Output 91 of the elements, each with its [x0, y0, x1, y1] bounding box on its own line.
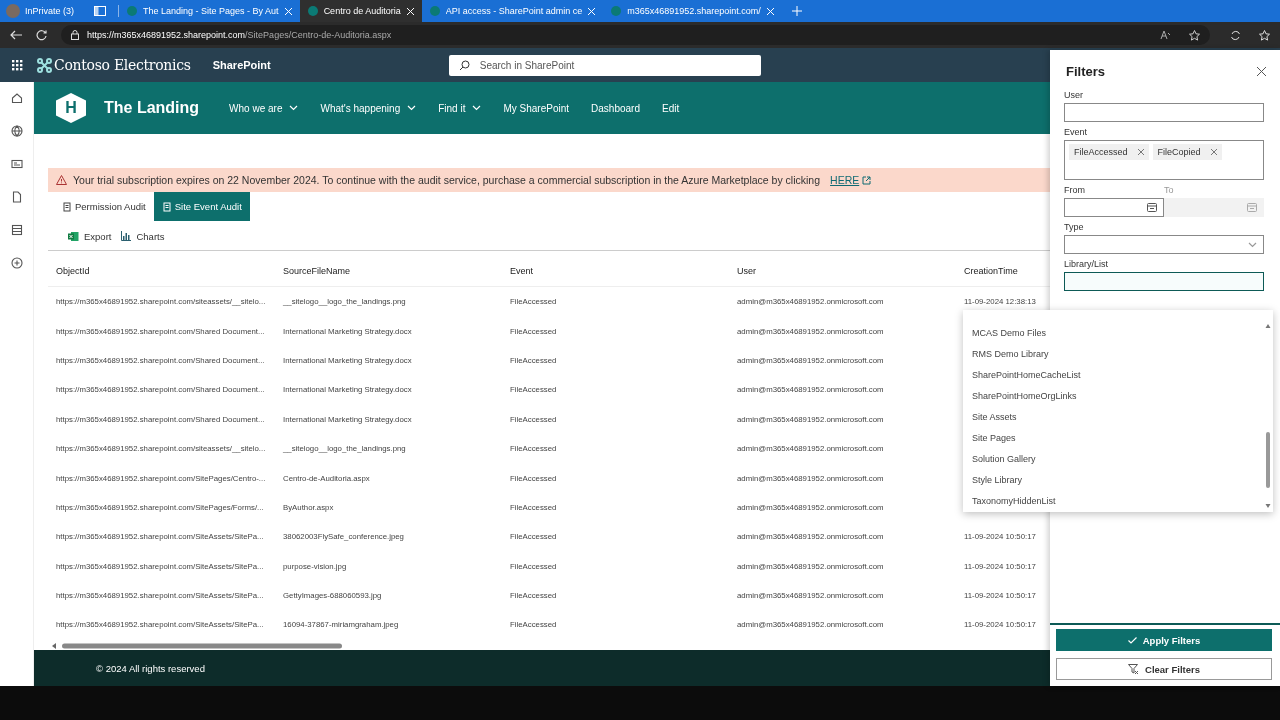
- date-field[interactable]: [1064, 198, 1164, 217]
- export-button[interactable]: Export: [68, 230, 112, 242]
- field-label: Type: [1064, 222, 1085, 232]
- search-field[interactable]: Search in SharePoint: [448, 54, 761, 76]
- nav-link[interactable]: Edit: [661, 102, 680, 114]
- column-header[interactable]: User: [737, 266, 964, 276]
- back-icon[interactable]: [10, 30, 22, 40]
- tab-actions-icon[interactable]: [94, 6, 107, 16]
- org-name: Contoso Electronics: [54, 57, 191, 73]
- dropdown-option[interactable]: RMS Demo Library: [972, 343, 1049, 365]
- dropdown-option[interactable]: Style Library: [972, 469, 1023, 491]
- field-label: To: [1164, 185, 1175, 195]
- audit-tab[interactable]: Site Event Audit: [153, 192, 250, 221]
- document-icon: [161, 201, 172, 212]
- search-icon: [458, 59, 470, 71]
- home-icon[interactable]: [10, 92, 23, 104]
- list-icon[interactable]: [10, 224, 23, 236]
- check-icon: [1127, 636, 1137, 644]
- chevron-down-icon: [1248, 241, 1257, 248]
- avatar-icon: [6, 4, 20, 18]
- read-aloud-icon[interactable]: [1160, 29, 1171, 40]
- lock-icon: [71, 30, 79, 40]
- field-label: User: [1064, 90, 1084, 100]
- logo-icon: [37, 57, 52, 73]
- chart-icon: [121, 231, 132, 241]
- app-name[interactable]: SharePoint: [212, 59, 271, 71]
- banner-text: Your trial subscription expires on 22 November 2024. To continue with the audit service, purchase a commercial subscription in the Azure Marketplace by clicking: [73, 174, 821, 186]
- dropdown-option[interactable]: Site Pages: [972, 427, 1016, 449]
- browser-tab[interactable]: Centro de Auditoria: [299, 0, 422, 22]
- dropdown-option[interactable]: Site Assets: [972, 406, 1017, 428]
- add-icon[interactable]: [10, 257, 23, 269]
- calendar-icon: [1247, 203, 1257, 212]
- field-label: Event: [1064, 127, 1088, 137]
- remove-icon[interactable]: [1210, 149, 1217, 155]
- column-header[interactable]: CreationTime: [964, 266, 1054, 276]
- refresh-icon[interactable]: [36, 29, 47, 41]
- profile-button[interactable]: InPrivate (3): [0, 0, 83, 22]
- column-header[interactable]: Event: [510, 266, 737, 276]
- nav-link[interactable]: Find it: [438, 102, 482, 114]
- text-field[interactable]: [1064, 272, 1264, 291]
- filter-clear-icon: [1128, 664, 1140, 674]
- copyright-text: © 2024 All rights reserved: [96, 662, 205, 674]
- column-header[interactable]: SourceFileName: [283, 266, 510, 276]
- dropdown-option[interactable]: SharePointHomeOrgLinks: [972, 385, 1077, 407]
- close-icon[interactable]: [1257, 67, 1266, 76]
- favorite-icon[interactable]: [1189, 29, 1200, 41]
- new-tab-icon[interactable]: [791, 6, 802, 16]
- panel-title: Filters: [1066, 64, 1105, 79]
- document-icon: [62, 201, 72, 212]
- tag-field[interactable]: FileAccessed FileCopied: [1064, 140, 1264, 180]
- text-field[interactable]: [1064, 103, 1264, 122]
- clear-button[interactable]: Clear Filters: [1056, 658, 1272, 680]
- column-header[interactable]: ObjectId: [56, 266, 283, 276]
- field-label: Library/List: [1064, 259, 1109, 269]
- browser-tab[interactable]: API access - SharePoint admin ce: [421, 0, 604, 22]
- nav-link[interactable]: Who we are: [229, 102, 299, 114]
- remove-icon[interactable]: [1137, 149, 1144, 155]
- site-icon: [127, 6, 138, 16]
- nav-link[interactable]: Dashboard: [591, 102, 640, 114]
- tag-chip[interactable]: FileAccessed: [1069, 144, 1149, 160]
- site-icon: [307, 6, 318, 16]
- calendar-icon[interactable]: [1147, 203, 1157, 212]
- site-icon: [429, 6, 440, 16]
- external-link-icon: [862, 175, 872, 185]
- news-icon[interactable]: [10, 158, 23, 170]
- dropdown-option[interactable]: Solution Gallery: [972, 448, 1036, 470]
- dropdown-option[interactable]: TaxonomyHiddenList: [972, 490, 1056, 512]
- dropdown-option[interactable]: MCAS Demo Files: [972, 322, 1046, 344]
- browser-tab[interactable]: The Landing - Site Pages - By Aut: [119, 0, 300, 22]
- document-icon[interactable]: [10, 191, 23, 203]
- app-launcher-icon[interactable]: [12, 59, 23, 71]
- here-link[interactable]: HERE: [830, 174, 872, 186]
- charts-button[interactable]: Charts: [121, 230, 165, 242]
- dropdown-option[interactable]: SharePointHomeCacheList: [972, 364, 1081, 386]
- field-label: From: [1064, 185, 1086, 195]
- apply-button[interactable]: Apply Filters: [1056, 629, 1272, 651]
- warning-icon: [56, 175, 67, 185]
- nav-link[interactable]: What's happening: [320, 102, 417, 114]
- site-title[interactable]: The Landing: [104, 99, 200, 117]
- refresh-icon[interactable]: [1230, 29, 1241, 41]
- excel-icon: [68, 230, 79, 242]
- dropdown-field[interactable]: [1064, 235, 1264, 254]
- nav-link[interactable]: My SharePoint: [503, 102, 570, 114]
- tag-chip[interactable]: FileCopied: [1152, 144, 1222, 160]
- globe-icon[interactable]: [10, 125, 23, 137]
- audit-tab[interactable]: Permission Audit: [54, 192, 154, 221]
- site-logo: H: [56, 93, 86, 123]
- favorites-icon[interactable]: [1259, 29, 1270, 41]
- address-field[interactable]: https://m365x46891952.sharepoint.com/SitePages/Centro-de-Auditoria.aspx: [61, 25, 1210, 45]
- browser-tab[interactable]: m365x46891952.sharepoint.com/: [603, 0, 782, 22]
- site-icon: [611, 6, 622, 16]
